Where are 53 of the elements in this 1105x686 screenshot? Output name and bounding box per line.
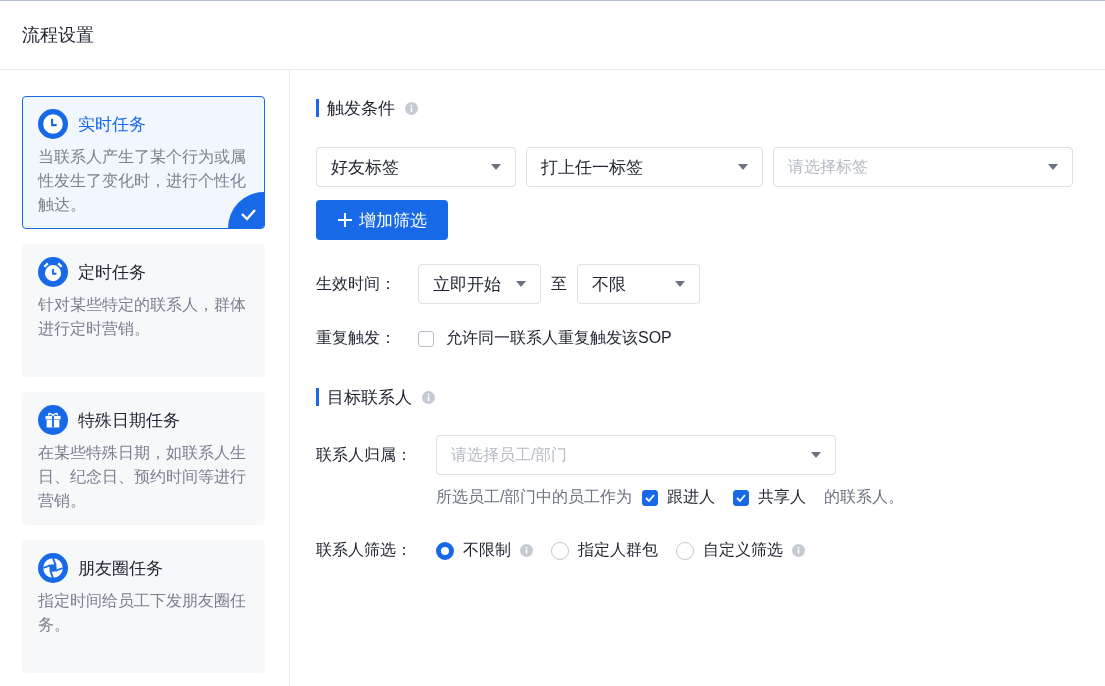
filter-select[interactable]: 好友标签: [316, 147, 516, 187]
task-type-description: 指定时间给员工下发朋友圈任务。: [38, 591, 247, 635]
field-label: 重复触发：: [316, 328, 397, 348]
separator-text: 至: [551, 273, 567, 294]
radio-button[interactable]: [551, 541, 569, 560]
page-title: 流程设置: [22, 24, 94, 47]
checkbox-label: 跟进人: [667, 487, 716, 507]
task-type-card[interactable]: 特殊日期任务 在某些特殊日期，如联系人生日、纪念日、预约时间等进行营销。: [22, 392, 265, 525]
info-icon: [422, 390, 435, 404]
alarm-clock-icon: [38, 257, 68, 287]
task-type-title: 定时任务: [78, 261, 146, 284]
task-type-description: 在某些特殊日期，如联系人生日、纪念日、预约时间等进行营销。: [38, 443, 247, 511]
role-text: 所选员工/部门中的员工作为: [436, 487, 633, 507]
caret-icon: [738, 164, 748, 170]
add-filter-button[interactable]: 增加筛选: [316, 200, 448, 240]
field-label: 联系人归属：: [316, 444, 413, 465]
radio-label: 自定义筛选: [703, 540, 783, 560]
radio-button[interactable]: [676, 541, 694, 560]
checkbox[interactable]: [642, 489, 659, 506]
caret-icon: [491, 164, 501, 170]
field-label: 生效时间：: [316, 273, 397, 294]
info-icon: [405, 101, 418, 115]
caret-icon: [516, 281, 526, 287]
caret-icon: [1048, 164, 1058, 170]
end-time-select[interactable]: 不限: [577, 264, 700, 304]
checkbox-label: 共享人: [758, 487, 807, 507]
section-title: 目标联系人: [327, 386, 412, 409]
radio-label: 不限制: [463, 540, 511, 560]
task-type-title: 朋友圈任务: [78, 557, 163, 580]
gift-icon: [38, 405, 68, 435]
task-type-card[interactable]: 朋友圈任务 指定时间给员工下发朋友圈任务。: [22, 540, 265, 673]
plus-icon: [337, 212, 353, 228]
check-badge-icon: [228, 192, 264, 228]
task-type-title: 实时任务: [78, 113, 146, 136]
field-label: 联系人筛选：: [316, 540, 413, 560]
task-type-description: 针对某些特定的联系人，群体进行定时营销。: [38, 295, 247, 339]
radio-button[interactable]: [436, 541, 454, 560]
section-title: 触发条件: [327, 97, 395, 120]
checkbox[interactable]: [733, 489, 750, 506]
filter-select[interactable]: 打上任一标签: [526, 147, 763, 187]
task-type-description: 当联系人产生了某个行为或属性发生了变化时，进行个性化触达。: [38, 147, 247, 215]
task-type-title: 特殊日期任务: [78, 409, 180, 432]
checkbox[interactable]: [418, 330, 434, 347]
role-text: 的联系人。: [824, 487, 905, 507]
checkbox-label: 允许同一联系人重复触发该SOP: [446, 328, 672, 348]
start-time-select[interactable]: 立即开始: [418, 264, 541, 304]
task-type-card[interactable]: 实时任务 当联系人产生了某个行为或属性发生了变化时，进行个性化触达。: [22, 96, 265, 229]
radio-label: 指定人群包: [578, 540, 658, 560]
task-type-card[interactable]: 定时任务 针对某些特定的联系人，群体进行定时营销。: [22, 244, 265, 377]
caret-icon: [811, 452, 821, 458]
clock-icon: [38, 109, 68, 139]
caret-icon: [675, 281, 685, 287]
aperture-icon: [38, 553, 68, 583]
